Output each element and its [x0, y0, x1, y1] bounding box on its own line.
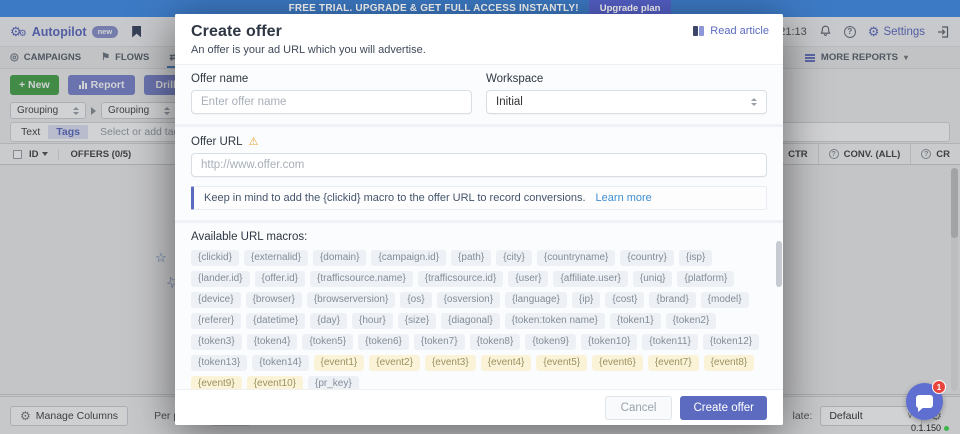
macro-chip[interactable]: {device}	[191, 292, 241, 308]
macro-chip[interactable]: {token10}	[581, 334, 637, 350]
learn-more-link[interactable]: Learn more	[596, 192, 652, 204]
macro-chip[interactable]: {browser}	[246, 292, 302, 308]
cancel-button[interactable]: Cancel	[605, 396, 673, 420]
modal-subtitle: An offer is your ad URL which you will a…	[191, 44, 767, 56]
macro-chip[interactable]: {event7}	[648, 355, 699, 371]
macro-chip[interactable]: {diagonal}	[441, 313, 500, 329]
book-icon	[693, 26, 704, 36]
clickid-note-text: Keep in mind to add the {clickid} macro …	[204, 192, 586, 204]
macro-chip[interactable]: {event4}	[481, 355, 532, 371]
create-offer-button[interactable]: Create offer	[680, 396, 767, 420]
modal-scrollbar-thumb[interactable]	[776, 241, 782, 287]
macro-chip[interactable]: {user}	[508, 271, 548, 287]
macro-chip[interactable]: {campaign.id}	[371, 250, 446, 266]
create-offer-modal: Create offer An offer is your ad URL whi…	[175, 14, 783, 425]
macro-chip[interactable]: {token7}	[414, 334, 465, 350]
macro-chip[interactable]: {token1}	[610, 313, 661, 329]
macro-chip[interactable]: {isp}	[679, 250, 712, 266]
macro-chip[interactable]: {country}	[620, 250, 673, 266]
modal-title: Create offer	[191, 23, 767, 41]
macro-chip[interactable]: {domain}	[313, 250, 366, 266]
macro-chip[interactable]: {token:token name}	[505, 313, 605, 329]
macro-chip[interactable]: {referer}	[191, 313, 241, 329]
macro-chip[interactable]: {token13}	[191, 355, 247, 371]
macro-chip[interactable]: {token9}	[525, 334, 576, 350]
modal-footer: Cancel Create offer	[175, 389, 783, 425]
macro-chip[interactable]: {token8}	[470, 334, 521, 350]
macro-chip[interactable]: {countryname}	[537, 250, 616, 266]
macro-chip[interactable]: {brand}	[649, 292, 695, 308]
offer-url-placeholder: http://www.offer.com	[201, 159, 304, 171]
macro-chip[interactable]: {uniq}	[633, 271, 673, 287]
page: FREE TRIAL. UPGRADE & GET FULL ACCESS IN…	[0, 0, 960, 434]
macro-chip[interactable]: {token2}	[666, 313, 717, 329]
macro-chip[interactable]: {event10}	[247, 376, 303, 389]
macro-chip[interactable]: {model}	[701, 292, 749, 308]
macro-chip[interactable]: {token5}	[302, 334, 353, 350]
chat-widget-button[interactable]: 1	[906, 383, 943, 420]
macro-chip[interactable]: {token6}	[358, 334, 409, 350]
macro-chip[interactable]: {language}	[505, 292, 567, 308]
read-article-link[interactable]: Read article	[693, 25, 769, 37]
modal-scrollbar[interactable]	[776, 67, 782, 387]
macro-chip[interactable]: {event3}	[425, 355, 476, 371]
status-dot	[944, 426, 949, 431]
version-label: 0.1.150	[911, 423, 949, 433]
macro-chip[interactable]: {event5}	[536, 355, 587, 371]
upgrade-banner-text: FREE TRIAL. UPGRADE & GET FULL ACCESS IN…	[289, 3, 579, 14]
macro-chip[interactable]: {trafficsource.name}	[310, 271, 413, 287]
macro-chip[interactable]: {event6}	[592, 355, 643, 371]
macro-chip[interactable]: {os}	[400, 292, 431, 308]
macro-chip-list: {clickid} {externalid} {domain} {campaign.i…	[191, 250, 767, 389]
offer-name-placeholder: Enter offer name	[201, 96, 286, 108]
macro-chip[interactable]: {lander.id}	[191, 271, 250, 287]
modal-header: Create offer An offer is your ad URL whi…	[175, 14, 783, 64]
offer-url-input[interactable]: http://www.offer.com	[191, 153, 767, 177]
workspace-value: Initial	[496, 96, 523, 108]
macro-chip[interactable]: {token4}	[247, 334, 298, 350]
macro-chip[interactable]: {clickid}	[191, 250, 239, 266]
chat-unread-badge: 1	[932, 380, 946, 394]
macro-chip[interactable]: {event2}	[369, 355, 420, 371]
macro-chip[interactable]: {ip}	[572, 292, 600, 308]
macro-chip[interactable]: {platform}	[677, 271, 734, 287]
workspace-select[interactable]: Initial	[486, 90, 767, 114]
macro-chip[interactable]: {event1}	[314, 355, 365, 371]
macro-chip[interactable]: {token11}	[642, 334, 698, 350]
name-workspace-section: Offer name Enter offer name Workspace In…	[175, 65, 783, 124]
updown-icon	[751, 98, 757, 106]
clickid-note: Keep in mind to add the {clickid} macro …	[191, 186, 767, 210]
macro-chip[interactable]: {externalid}	[244, 250, 308, 266]
macro-chip[interactable]: {event9}	[191, 376, 242, 389]
warning-icon: ⚠	[249, 135, 259, 148]
macro-chip[interactable]: {datetime}	[246, 313, 305, 329]
macro-chip[interactable]: {day}	[310, 313, 347, 329]
macro-chip[interactable]: {cost}	[605, 292, 644, 308]
offer-url-section: Offer URL ⚠ http://www.offer.com Keep in…	[175, 127, 783, 220]
macro-chip[interactable]: {trafficsource.id}	[418, 271, 504, 287]
macro-chip[interactable]: {offer.id}	[255, 271, 306, 287]
macros-section: Available URL macros: {clickid} {external…	[175, 223, 783, 389]
macro-chip[interactable]: {token14}	[252, 355, 308, 371]
read-article-label: Read article	[710, 25, 769, 37]
macro-chip[interactable]: {pr_key}	[308, 376, 359, 389]
macro-chip[interactable]: {token12}	[703, 334, 759, 350]
offer-name-label: Offer name	[191, 73, 472, 85]
chat-bubble-icon	[916, 395, 933, 408]
macro-chip[interactable]: {city}	[496, 250, 532, 266]
macro-chip[interactable]: {hour}	[352, 313, 393, 329]
macro-chip[interactable]: {osversion}	[437, 292, 500, 308]
workspace-label: Workspace	[486, 73, 767, 85]
macro-chip[interactable]: {size}	[398, 313, 436, 329]
macro-chip[interactable]: {event8}	[704, 355, 755, 371]
offer-name-input[interactable]: Enter offer name	[191, 90, 472, 114]
macro-chip[interactable]: {path}	[451, 250, 491, 266]
macro-chip[interactable]: {browserversion}	[307, 292, 395, 308]
macro-chip[interactable]: {affiliate.user}	[553, 271, 627, 287]
offer-url-label: Offer URL	[191, 136, 243, 148]
version-number: 0.1.150	[911, 423, 941, 433]
macro-chip[interactable]: {token3}	[191, 334, 242, 350]
modal-body: Offer name Enter offer name Workspace In…	[175, 64, 783, 389]
macros-label: Available URL macros:	[191, 231, 767, 243]
